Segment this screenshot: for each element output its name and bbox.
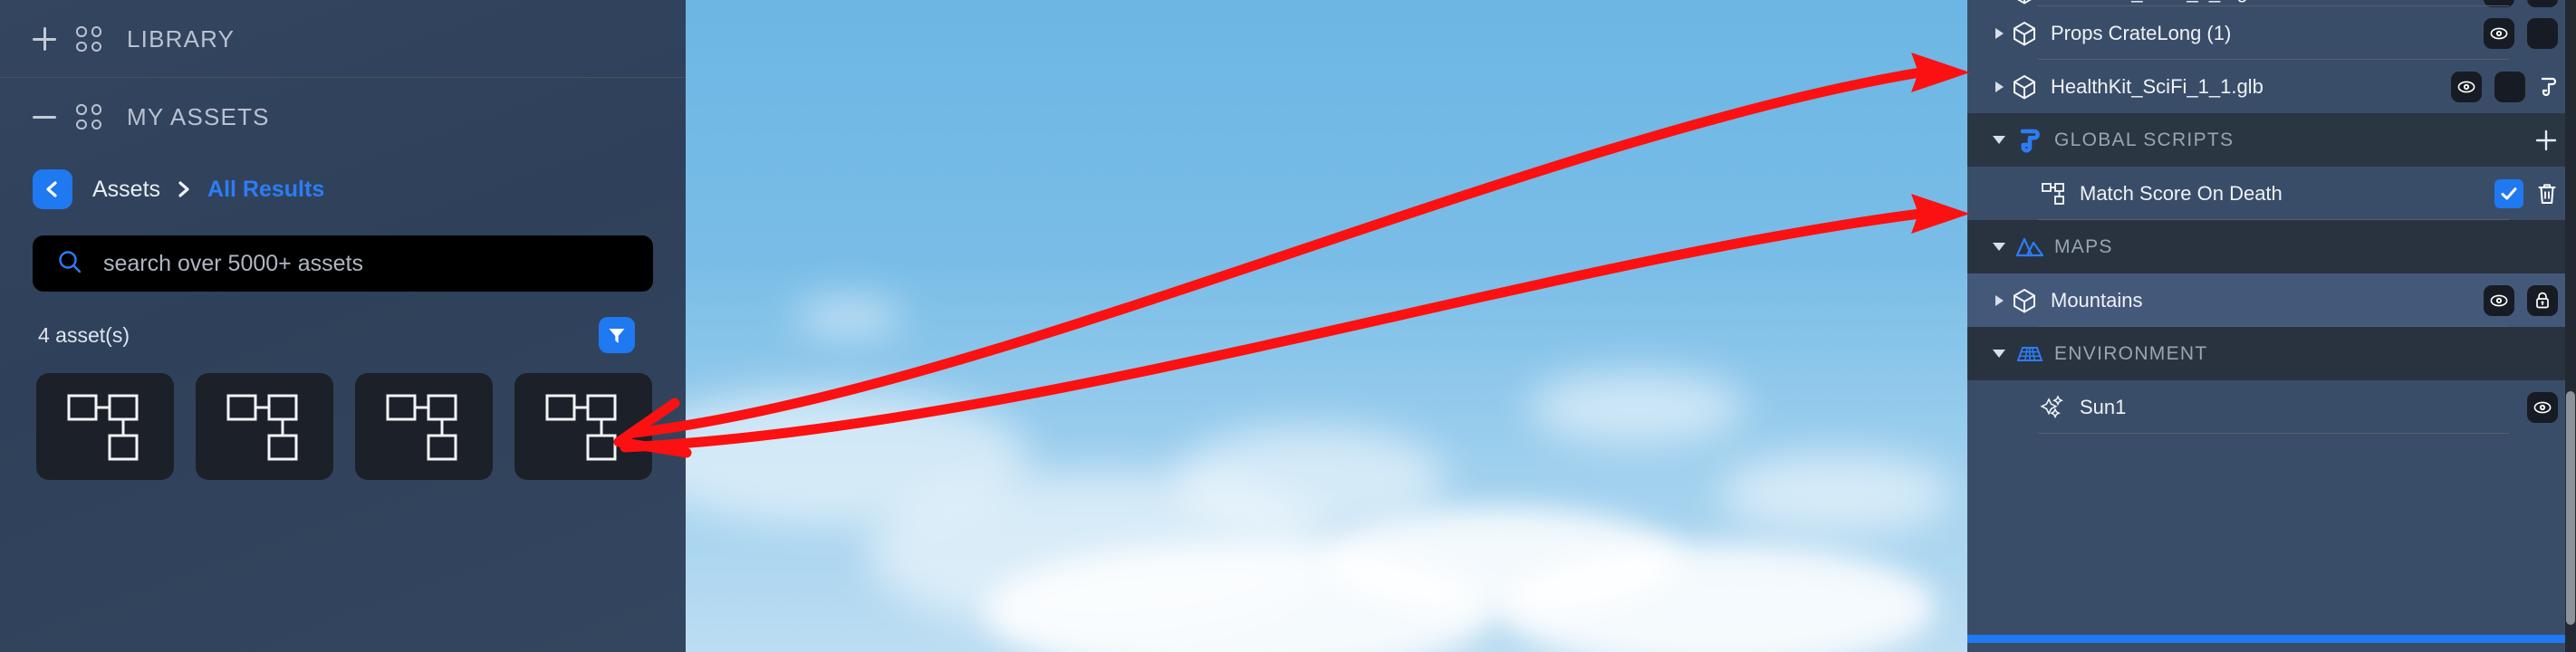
3d-viewport[interactable] xyxy=(686,0,1967,652)
chevron-right-icon[interactable] xyxy=(1989,81,2009,92)
eye-icon[interactable] xyxy=(2484,284,2514,316)
hierarchy-row-label: Mountains xyxy=(2051,288,2143,312)
chevron-right-icon xyxy=(177,180,191,198)
lock-icon[interactable] xyxy=(2527,284,2558,316)
lock-square-icon[interactable] xyxy=(2494,71,2525,102)
breadcrumb-current[interactable]: All Results xyxy=(207,177,324,203)
script-graph-icon xyxy=(386,394,457,461)
vertical-scrollbar-track[interactable] xyxy=(2565,0,2576,652)
hierarchy-row-label: HealthKit_SciFi_1_1.glb xyxy=(2051,74,2264,98)
asset-thumbnail-2[interactable] xyxy=(196,373,333,480)
hierarchy-row-label: Props CrateLong (1) xyxy=(2051,21,2232,44)
chevron-left-icon xyxy=(46,181,57,197)
plus-icon[interactable] xyxy=(2534,129,2558,152)
my-assets-section-label: MY ASSETS xyxy=(127,102,270,130)
hierarchy-header-label: GLOBAL SCRIPTS xyxy=(2054,129,2235,150)
script-graph-icon xyxy=(67,394,139,461)
grid-perspective-icon xyxy=(2014,343,2045,365)
results-count-row: 4 asset(s) xyxy=(0,292,686,353)
hierarchy-header-label: MAPS xyxy=(2054,235,2113,257)
row-actions xyxy=(2494,178,2576,208)
asset-thumbnail-1[interactable] xyxy=(36,373,174,480)
search-box[interactable] xyxy=(33,235,653,292)
hierarchy-panel: HealthKit_SciFi_1_2.glb xyxy=(1967,0,2576,652)
hierarchy-row-healthkit-1[interactable]: HealthKit_SciFi_1_1.glb xyxy=(1967,60,2576,113)
panel-bottom-accent-bar xyxy=(1967,635,2565,643)
script-scroll-icon[interactable] xyxy=(2538,76,2558,98)
breadcrumb: Assets All Results xyxy=(0,156,686,223)
script-graph-icon xyxy=(2038,181,2069,206)
row-actions xyxy=(2484,284,2576,316)
grid-icon xyxy=(76,104,101,129)
cube-icon xyxy=(2009,0,2040,5)
hierarchy-header-label: ENVIRONMENT xyxy=(2054,342,2208,364)
script-scroll-icon xyxy=(2014,128,2045,153)
script-graph-icon xyxy=(545,394,617,461)
cube-icon xyxy=(2009,74,2040,100)
sparkles-icon xyxy=(2038,394,2069,421)
row-actions xyxy=(2451,71,2576,102)
row-actions xyxy=(2484,17,2576,49)
eye-icon[interactable] xyxy=(2451,71,2482,102)
asset-results-grid xyxy=(0,353,686,480)
filter-funnel-icon xyxy=(609,329,625,343)
hierarchy-row-sun1[interactable]: Sun1 xyxy=(1967,380,2576,434)
script-graph-icon xyxy=(226,394,298,461)
library-panel: LIBRARY MY ASSETS Assets All Results sea… xyxy=(0,0,686,652)
cube-icon xyxy=(2009,288,2040,313)
trash-icon[interactable] xyxy=(2536,182,2558,206)
lock-square-icon[interactable] xyxy=(2527,17,2558,49)
grid-icon xyxy=(76,26,101,52)
hierarchy-row-label: Match Score On Death xyxy=(2080,181,2283,205)
hierarchy-header-maps[interactable]: MAPS xyxy=(1967,220,2576,273)
hierarchy-header-environment[interactable]: ENVIRONMENT xyxy=(1967,327,2576,380)
asset-thumbnail-4[interactable] xyxy=(514,373,652,480)
filter-button[interactable] xyxy=(599,317,635,353)
chevron-right-icon[interactable] xyxy=(1989,27,2009,39)
chevron-right-icon[interactable] xyxy=(1989,294,2009,306)
back-button[interactable] xyxy=(33,169,72,209)
mountains-icon xyxy=(2014,235,2045,259)
hierarchy-row-match-score-on-death[interactable]: Match Score On Death xyxy=(1967,167,2576,220)
hierarchy-row-label: Sun1 xyxy=(2080,395,2127,418)
panel-bottom-strip xyxy=(1967,643,2565,652)
asset-count-label: 4 asset(s) xyxy=(38,322,130,347)
library-section-header[interactable]: LIBRARY xyxy=(0,0,686,78)
minus-icon[interactable] xyxy=(33,105,56,129)
plus-icon[interactable] xyxy=(33,27,56,51)
hierarchy-row-healthkit-2[interactable]: HealthKit_SciFi_1_2.glb xyxy=(1967,0,2576,7)
hierarchy-row-label: HealthKit_SciFi_1_2.glb xyxy=(2051,0,2264,4)
chevron-down-icon[interactable] xyxy=(1989,243,2009,251)
my-assets-section-header[interactable]: MY ASSETS xyxy=(0,78,686,156)
hierarchy-header-global-scripts[interactable]: GLOBAL SCRIPTS xyxy=(1967,113,2576,167)
asset-thumbnail-3[interactable] xyxy=(355,373,493,480)
eye-icon[interactable] xyxy=(2527,391,2558,423)
search-input[interactable] xyxy=(103,250,630,277)
breadcrumb-root[interactable]: Assets xyxy=(92,177,160,203)
cube-icon xyxy=(2009,21,2040,46)
library-section-label: LIBRARY xyxy=(127,24,235,53)
vertical-scrollbar-thumb[interactable] xyxy=(2566,391,2575,625)
chevron-down-icon[interactable] xyxy=(1989,136,2009,144)
chevron-down-icon[interactable] xyxy=(1989,350,2009,358)
search-area xyxy=(0,223,686,292)
checkbox-checked[interactable] xyxy=(2494,178,2523,208)
app-root: LIBRARY MY ASSETS Assets All Results sea… xyxy=(0,0,2576,652)
eye-icon[interactable] xyxy=(2484,17,2514,49)
hierarchy-row-props-cratelong[interactable]: Props CrateLong (1) xyxy=(1967,6,2576,60)
search-icon xyxy=(56,248,83,280)
hierarchy-row-mountains[interactable]: Mountains xyxy=(1967,273,2576,327)
